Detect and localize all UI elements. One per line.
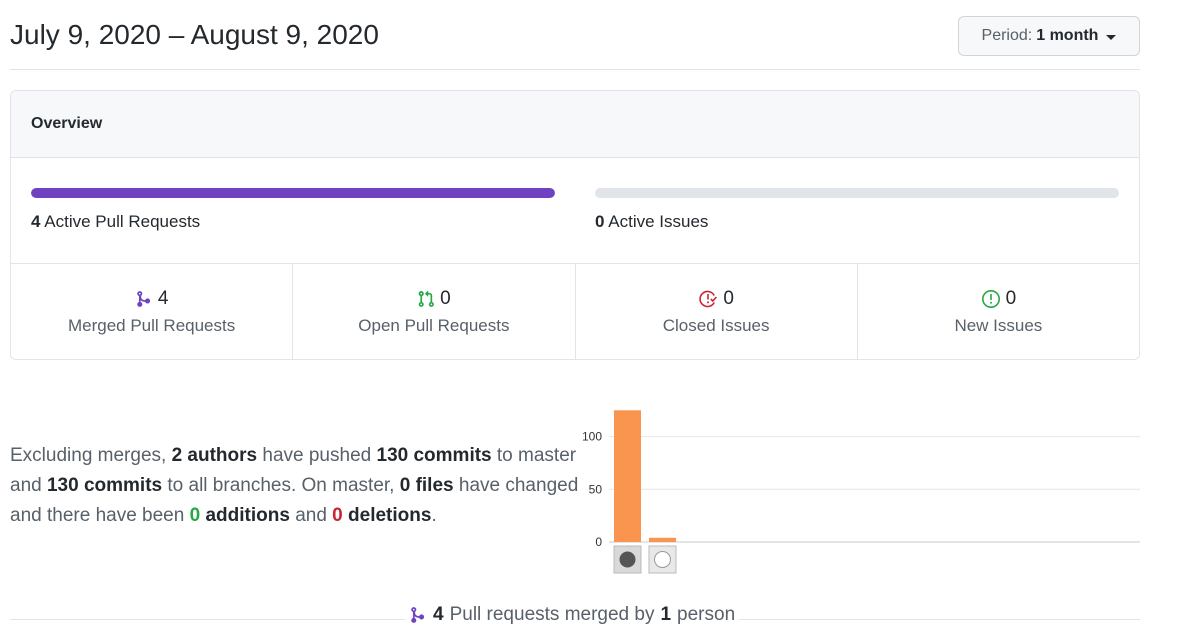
summary-additions-word: additions — [205, 505, 290, 526]
date-range-title: July 9, 2020 – August 9, 2020 — [10, 19, 379, 50]
active-issues-text: Active Issues — [608, 212, 709, 231]
summary-text: Excluding merges, — [10, 445, 167, 466]
summary-text: . — [431, 505, 437, 526]
active-pull-requests-label: 4 Active Pull Requests — [31, 212, 555, 232]
footer-text: Pull requests merged by — [449, 604, 655, 625]
summary-deletions-word: deletions — [348, 505, 432, 526]
stat-merged-pull-requests[interactable]: 4 Merged Pull Requests — [11, 264, 294, 359]
summary-files: 0 files — [399, 475, 454, 496]
issue-opened-icon — [981, 290, 1000, 308]
overview-title: Overview — [11, 91, 1139, 158]
footer-people-count: 1 — [660, 604, 672, 625]
commits-by-author-chart: 0 50 100 — [582, 410, 1140, 574]
summary-text: have pushed — [262, 445, 372, 466]
active-pull-requests[interactable]: 4 Active Pull Requests — [31, 188, 555, 232]
stat-count: 0 — [723, 288, 734, 309]
activity-bars: 4 Active Pull Requests 0 Active Issues — [11, 158, 1139, 264]
git-pull-request-icon — [418, 290, 434, 307]
y-tick-label: 100 — [582, 430, 602, 444]
summary-commits-all: 130 commits — [46, 475, 163, 496]
y-tick-label: 0 — [595, 535, 602, 549]
issues-progress-bar — [595, 188, 1119, 198]
active-issues[interactable]: 0 Active Issues — [595, 188, 1119, 232]
footer-text: person — [677, 604, 736, 625]
chart-bar — [649, 537, 676, 542]
active-issues-count: 0 — [595, 212, 605, 231]
period-dropdown-button[interactable]: Period: 1 month — [958, 16, 1140, 56]
stat-closed-issues[interactable]: 0 Closed Issues — [576, 264, 858, 359]
stat-label: Closed Issues — [662, 316, 770, 335]
stats-row: 4 Merged Pull Requests 0 Open Pull Reque… — [11, 264, 1139, 359]
y-tick-label: 50 — [589, 482, 603, 496]
footer-count: 4 — [433, 604, 444, 625]
summary-deletions-count: 0 — [332, 505, 343, 526]
overview-panel: Overview 4 Active Pull Requests 0 Active… — [10, 90, 1140, 360]
commit-summary: Excluding merges, 2 authors have pushed … — [10, 441, 590, 531]
header: July 9, 2020 – August 9, 2020 Period: 1 … — [10, 0, 1140, 70]
pull-requests-progress-fill — [31, 188, 555, 198]
summary-authors: 2 authors — [171, 445, 258, 466]
git-merge-icon — [137, 291, 150, 307]
author-avatar[interactable] — [613, 545, 642, 574]
issue-closed-icon — [699, 290, 718, 308]
pull-requests-progress-bar — [31, 188, 555, 198]
summary-commits-master: 130 commits — [376, 445, 492, 466]
active-pull-requests-text: Active Pull Requests — [44, 212, 201, 231]
chart-bar — [614, 410, 641, 542]
stat-count: 4 — [157, 288, 169, 309]
author-avatar[interactable] — [648, 545, 677, 574]
summary-text: and — [295, 505, 327, 526]
git-merge-icon — [411, 607, 425, 623]
summary-additions-count: 0 — [189, 505, 201, 526]
active-pull-requests-count: 4 — [31, 212, 41, 231]
merged-prs-footer: 4 Pull requests merged by 1 person — [10, 600, 1140, 630]
stat-open-pull-requests[interactable]: 0 Open Pull Requests — [293, 264, 576, 359]
period-prefix: Period: — [981, 27, 1033, 44]
stat-label: New Issues — [954, 316, 1043, 335]
stat-count: 0 — [440, 288, 451, 309]
stat-label: Merged Pull Requests — [67, 316, 236, 335]
caret-down-icon — [1106, 34, 1117, 40]
active-issues-label: 0 Active Issues — [595, 212, 1119, 232]
summary-text: to all branches. On master, — [167, 475, 395, 496]
period-value: 1 month — [1036, 27, 1099, 44]
stat-new-issues[interactable]: 0 New Issues — [858, 264, 1139, 359]
stat-count: 0 — [1005, 288, 1017, 309]
merged-prs-summary: 4 Pull requests merged by 1 person — [405, 604, 740, 626]
stat-label: Open Pull Requests — [358, 316, 510, 335]
